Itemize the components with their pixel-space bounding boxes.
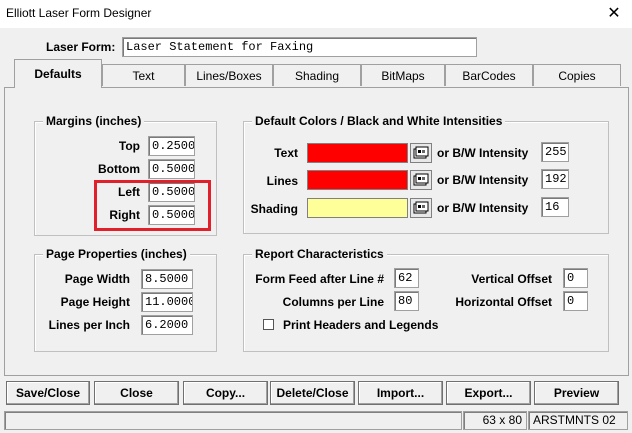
- lines-color-swatch[interactable]: [307, 170, 408, 190]
- page-width-input[interactable]: 8.5000: [141, 269, 193, 289]
- horizontal-offset-label: Horizontal Offset: [455, 295, 552, 309]
- page-height-label: Page Height: [60, 295, 130, 309]
- status-name: ARSTMNTS 02: [528, 411, 628, 430]
- columns-label: Columns per Line: [282, 295, 384, 309]
- export-button[interactable]: Export...: [446, 381, 531, 405]
- lines-intensity-input[interactable]: 192: [541, 169, 569, 189]
- bottom-margin-input[interactable]: 0.5000: [148, 159, 195, 179]
- lines-intensity-label: or B/W Intensity: [437, 173, 529, 187]
- laser-form-label: Laser Form:: [46, 40, 116, 54]
- tab-barcodes[interactable]: BarCodes: [445, 64, 533, 86]
- text-color-swatch[interactable]: [307, 143, 408, 163]
- tab-lines-boxes[interactable]: Lines/Boxes: [185, 64, 273, 86]
- lines-color-label: Lines: [266, 174, 298, 188]
- highlight-box: [94, 180, 211, 231]
- vertical-offset-input[interactable]: 0: [563, 268, 588, 288]
- top-margin-input[interactable]: 0.2500: [148, 136, 195, 156]
- text-intensity-label: or B/W Intensity: [437, 146, 529, 160]
- page-properties-group-title: Page Properties (inches): [43, 247, 190, 261]
- title-bar: Elliott Laser Form Designer ✕: [0, 0, 632, 28]
- save-close-button[interactable]: Save/Close: [6, 381, 90, 405]
- columns-input[interactable]: 80: [394, 291, 419, 311]
- preview-button[interactable]: Preview: [534, 381, 619, 405]
- close-button[interactable]: Close: [94, 381, 179, 405]
- text-color-label: Text: [274, 146, 298, 160]
- formfeed-label: Form Feed after Line #: [255, 272, 384, 286]
- print-headers-checkbox[interactable]: [263, 319, 274, 330]
- shading-color-label: Shading: [250, 202, 298, 216]
- print-headers-label: Print Headers and Legends: [283, 318, 439, 332]
- vertical-offset-label: Vertical Offset: [471, 272, 552, 286]
- margins-group-title: Margins (inches): [43, 114, 145, 128]
- window-title: Elliott Laser Form Designer: [6, 6, 152, 20]
- shading-color-swatch[interactable]: [307, 198, 408, 218]
- report-group-title: Report Characteristics: [252, 247, 387, 261]
- tab-text[interactable]: Text: [102, 64, 185, 86]
- tab-defaults[interactable]: Defaults: [14, 59, 102, 88]
- page-height-input[interactable]: 11.0000: [141, 292, 193, 312]
- delete-close-button[interactable]: Delete/Close: [270, 381, 355, 405]
- formfeed-input[interactable]: 62: [394, 268, 419, 288]
- text-intensity-input[interactable]: 255: [541, 142, 569, 162]
- status-size: 63 x 80: [463, 411, 527, 430]
- tab-copies[interactable]: Copies: [533, 64, 621, 86]
- close-icon[interactable]: ✕: [600, 3, 628, 25]
- page-width-label: Page Width: [64, 272, 130, 286]
- import-button[interactable]: Import...: [358, 381, 443, 405]
- status-main: [4, 411, 462, 430]
- colors-group-title: Default Colors / Black and White Intensi…: [252, 114, 506, 128]
- lines-per-inch-label: Lines per Inch: [48, 318, 130, 332]
- palette-icon[interactable]: [410, 143, 432, 163]
- tab-bitmaps[interactable]: BitMaps: [361, 64, 445, 86]
- palette-icon[interactable]: [410, 198, 432, 218]
- lines-per-inch-input[interactable]: 6.2000: [141, 315, 193, 335]
- tab-shading[interactable]: Shading: [273, 64, 361, 86]
- shading-intensity-label: or B/W Intensity: [437, 201, 529, 215]
- shading-intensity-input[interactable]: 16: [541, 197, 569, 217]
- laser-form-input[interactable]: Laser Statement for Faxing: [122, 37, 477, 57]
- horizontal-offset-input[interactable]: 0: [563, 291, 588, 311]
- bottom-label: Bottom: [98, 162, 140, 176]
- copy-button[interactable]: Copy...: [183, 381, 268, 405]
- palette-icon[interactable]: [410, 170, 432, 190]
- top-label: Top: [118, 139, 140, 153]
